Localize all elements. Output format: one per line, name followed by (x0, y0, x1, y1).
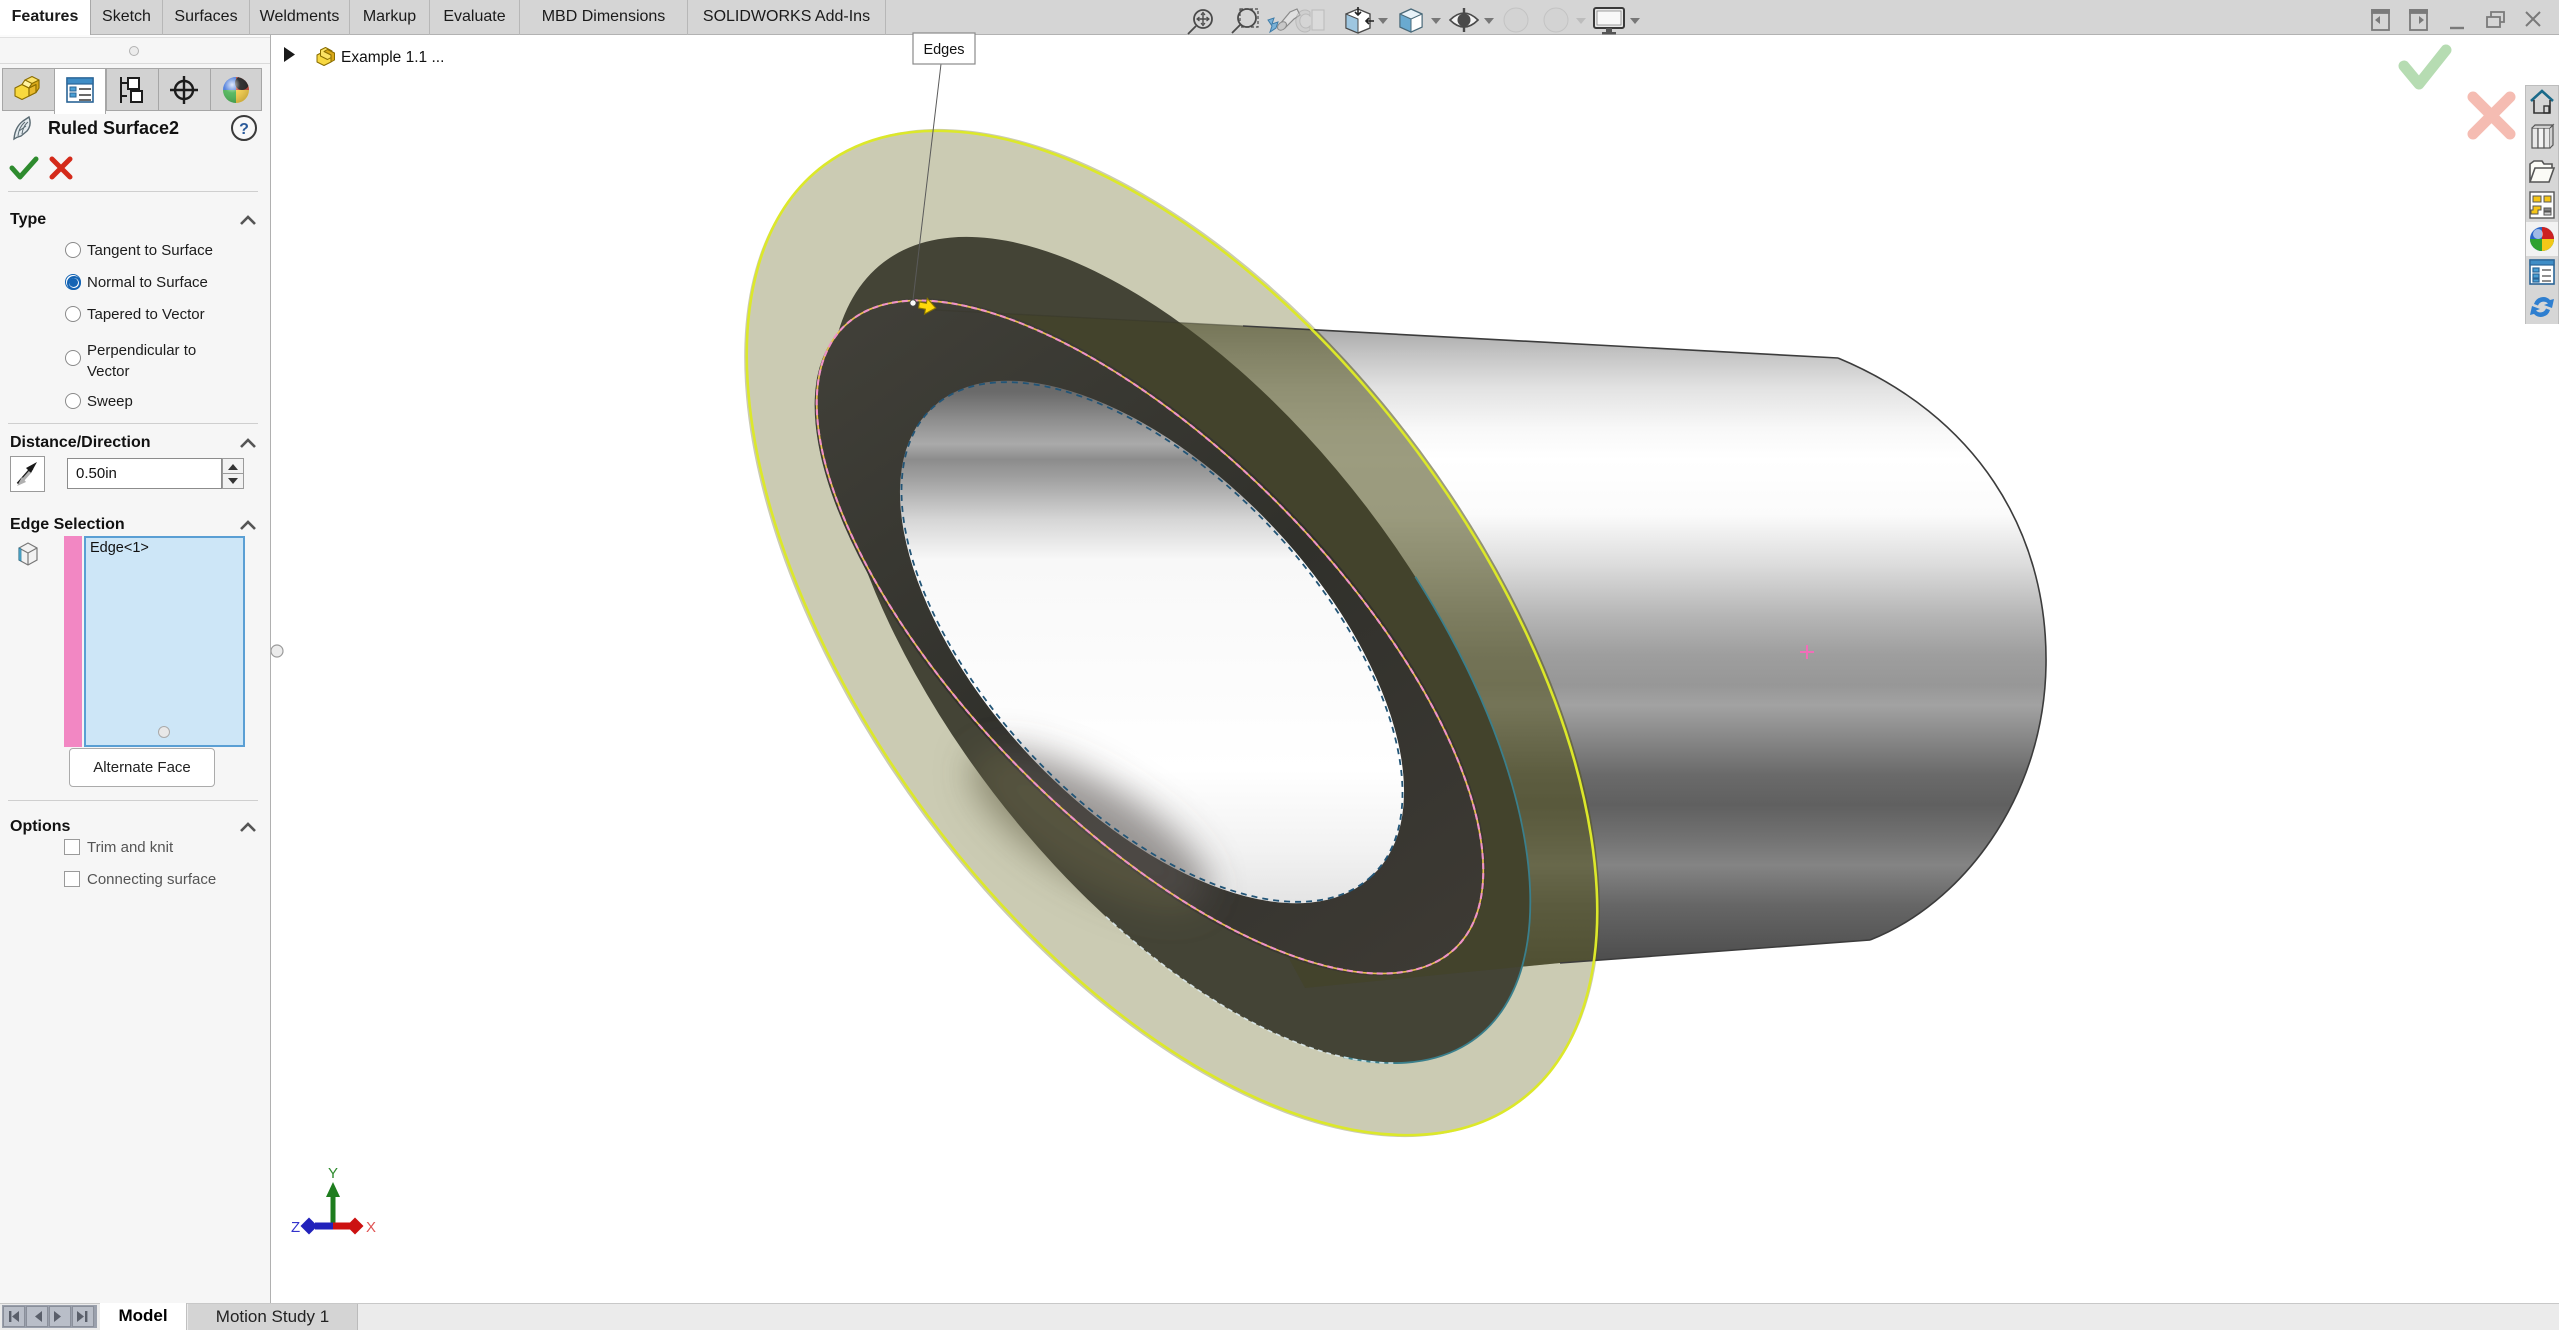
svg-text:Example 1.1 ...: Example 1.1 ... (341, 49, 444, 66)
svg-text:X: X (366, 1219, 376, 1236)
svg-text:Z: Z (291, 1219, 300, 1236)
svg-text:?: ? (239, 121, 249, 138)
svg-text:Y: Y (328, 1165, 338, 1182)
